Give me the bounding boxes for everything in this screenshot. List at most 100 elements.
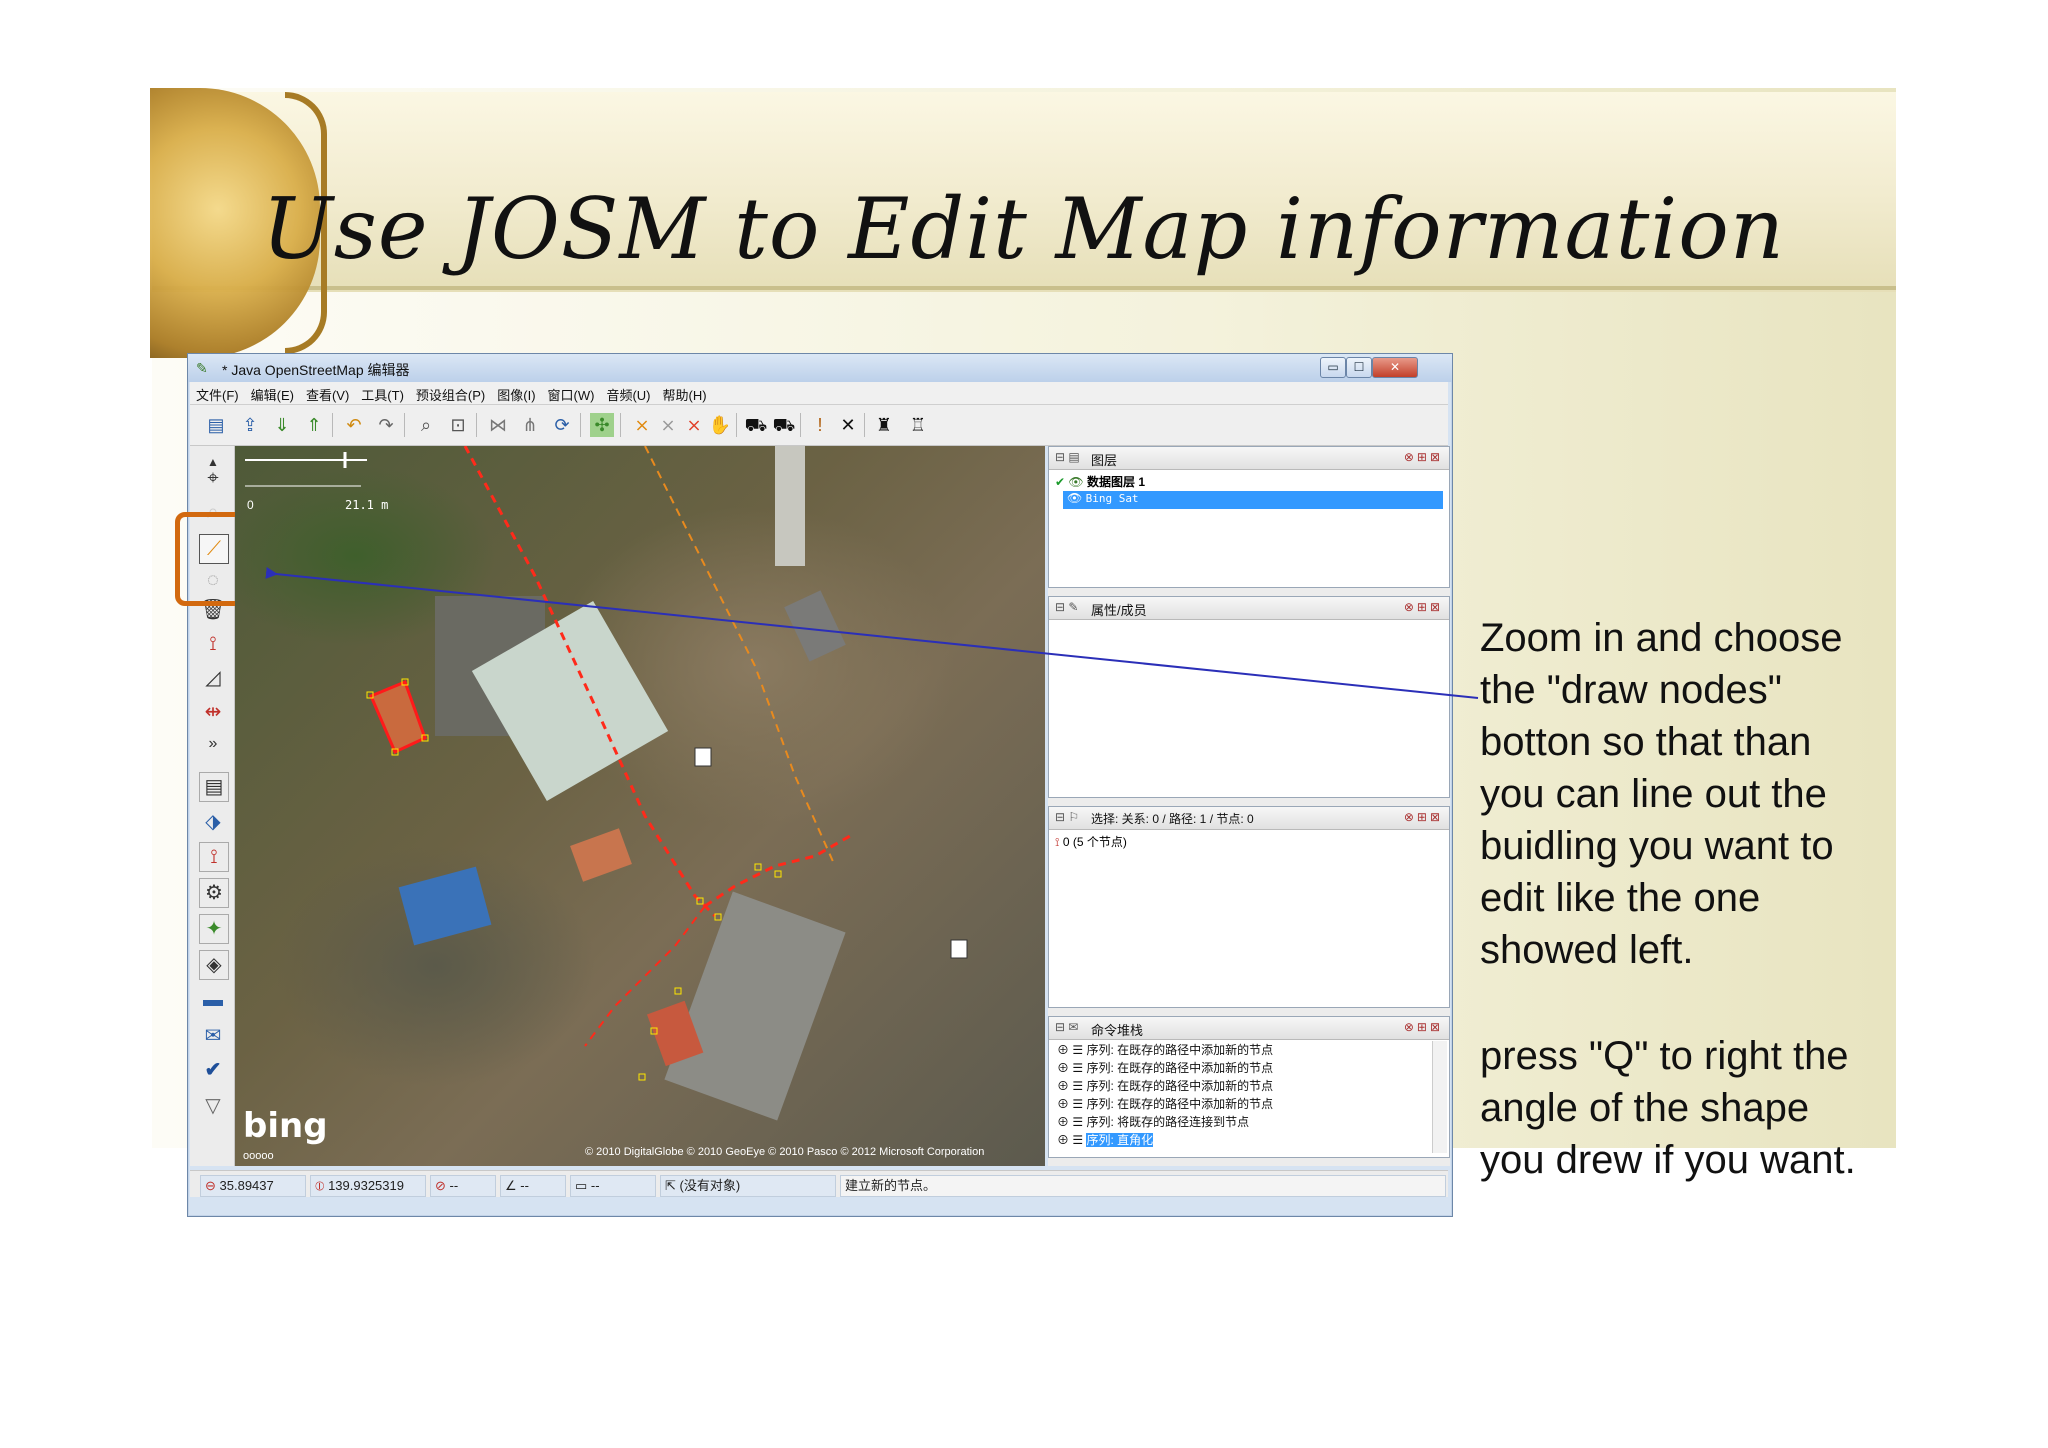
note-line: press "Q" to right the xyxy=(1480,1034,1849,1078)
status-angle: ∠ -- xyxy=(500,1175,566,1197)
window-title: * Java OpenStreetMap 编辑器 xyxy=(222,362,410,378)
expand-icon[interactable]: ⊕ ☰ xyxy=(1057,1061,1086,1075)
collapse-icon[interactable]: ⊟ ✎ xyxy=(1055,600,1078,614)
more-tools-icon[interactable]: » xyxy=(199,730,227,758)
layer-row-data[interactable]: ✔ 👁 数据图层 1 xyxy=(1049,473,1447,491)
history-icon[interactable]: ✉ xyxy=(199,1022,227,1050)
node-marker[interactable] xyxy=(774,870,782,878)
selection-panel-header[interactable]: ⊟ ⚐ 选择: 关系: 0 / 路径: 1 / 节点: 0 ⊗⊞⊠ xyxy=(1049,807,1449,830)
properties-panel-header[interactable]: ⊟ ✎ 属性/成员 ⊗⊞⊠ xyxy=(1049,597,1449,620)
node-marker[interactable] xyxy=(638,1073,646,1081)
menu-help[interactable]: 帮助(H) xyxy=(657,382,713,404)
note-line: buidling you want to xyxy=(1480,824,1834,868)
toolbar-separator xyxy=(864,413,865,437)
node-marker[interactable] xyxy=(674,987,682,995)
command-item-selected[interactable]: ⊕ ☰ 序列: 直角化 xyxy=(1049,1131,1429,1149)
command-item[interactable]: ⊕ ☰ 序列: 在既存的路径中添加新的节点 xyxy=(1049,1077,1429,1095)
orthogonalize-icon[interactable]: ⨯ xyxy=(682,413,706,437)
reverse-way-icon[interactable]: ⟳ xyxy=(550,413,574,437)
select-icon[interactable]: ⌖ xyxy=(199,464,227,492)
imagery-copyright: © 2010 DigitalGlobe © 2010 GeoEye © 2010… xyxy=(585,1146,985,1158)
open-file-icon[interactable]: ▤ xyxy=(204,413,228,437)
expand-icon[interactable]: ⊕ ☰ xyxy=(1057,1079,1086,1093)
download-icon[interactable]: ⇓ xyxy=(270,413,294,437)
menu-tools[interactable]: 工具(T) xyxy=(355,382,410,404)
command-item[interactable]: ⊕ ☰ 序列: 将既存的路径连接到节点 xyxy=(1049,1113,1429,1131)
menu-edit[interactable]: 编辑(E) xyxy=(245,382,300,404)
drawn-building-shape[interactable] xyxy=(369,680,427,755)
factory-icon[interactable]: ♖ xyxy=(906,413,930,437)
validate-icon[interactable]: ✔ xyxy=(199,1056,227,1084)
status-selection: ⇱ (没有对象) xyxy=(660,1175,836,1197)
expand-icon[interactable]: ⊕ ☰ xyxy=(1057,1133,1086,1147)
expand-icon[interactable]: ⊕ ☰ xyxy=(1057,1043,1086,1057)
command-item[interactable]: ⊕ ☰ 序列: 在既存的路径中添加新的节点 xyxy=(1049,1059,1429,1077)
menu-presets[interactable]: 预设组合(P) xyxy=(410,382,491,404)
menu-file[interactable]: 文件(F) xyxy=(190,382,245,404)
conflict-icon[interactable]: ◈ xyxy=(199,950,229,980)
tag-icon[interactable]: ⬗ xyxy=(199,808,227,836)
layers-panel-header[interactable]: ⊟ ▤ 图层 ⊗⊞⊠ xyxy=(1049,447,1449,470)
open-location-icon[interactable]: ⇪ xyxy=(238,413,262,437)
menu-imagery[interactable]: 图像(I) xyxy=(491,382,541,404)
selection-list-icon[interactable]: ⟟ xyxy=(199,842,229,872)
command-item[interactable]: ⊕ ☰ 序列: 在既存的路径中添加新的节点 xyxy=(1049,1041,1429,1059)
eye-icon: 👁 xyxy=(1068,475,1084,489)
expand-icon[interactable]: ⊕ ☰ xyxy=(1057,1097,1086,1111)
align-line-icon[interactable]: ⨯ xyxy=(656,413,680,437)
note-icon[interactable] xyxy=(694,747,712,767)
redo-icon[interactable]: ↷ xyxy=(374,413,398,437)
menu-view[interactable]: 查看(V) xyxy=(300,382,355,404)
align-circle-icon[interactable]: ⨯ xyxy=(630,413,654,437)
angle-icon: ∠ xyxy=(505,1178,521,1193)
combine-way-icon[interactable]: ⋔ xyxy=(518,413,542,437)
preferences-icon[interactable]: ⌕ xyxy=(414,413,438,437)
window-titlebar[interactable]: ✎ * Java OpenStreetMap 编辑器 ▭ ☐ ✕ xyxy=(188,354,1452,382)
author-icon[interactable]: ✦ xyxy=(199,914,229,944)
panel-controls-icon[interactable]: ⊗⊞⊠ xyxy=(1404,810,1443,824)
note-icon[interactable] xyxy=(950,939,968,959)
collapse-icon[interactable]: ⊟ ⚐ xyxy=(1055,810,1079,824)
panel-controls-icon[interactable]: ⊗⊞⊠ xyxy=(1404,450,1443,464)
upload-icon[interactable]: ⇑ xyxy=(302,413,326,437)
simplify-icon[interactable]: ✣ xyxy=(590,413,614,437)
command-stack-panel-header[interactable]: ⊟ ✉ 命令堆栈 ⊗⊞⊠ xyxy=(1049,1017,1449,1040)
panel-controls-icon[interactable]: ⊗⊞⊠ xyxy=(1404,600,1443,614)
bus-icon[interactable]: ⛟ xyxy=(772,413,796,437)
panel-controls-icon[interactable]: ⊗⊞⊠ xyxy=(1404,1020,1443,1034)
trucks xyxy=(784,590,846,662)
warning-icon[interactable]: ! xyxy=(808,413,832,437)
split-way-icon[interactable]: ⋈ xyxy=(486,413,510,437)
expand-icon[interactable]: ⊕ ☰ xyxy=(1057,1115,1086,1129)
extrude-icon[interactable]: ⇹ xyxy=(199,698,227,726)
close-button[interactable]: ✕ xyxy=(1372,357,1418,378)
relation-icon[interactable]: ⚙ xyxy=(199,878,229,908)
improve-way-icon[interactable]: ⟟ xyxy=(199,630,227,658)
map-view[interactable]: 0 21.1 m bing ooooo © 2010 DigitalGlobe … xyxy=(235,446,1045,1166)
cross-icon[interactable]: ✕ xyxy=(836,413,860,437)
selection-item[interactable]: ⟟ 0 (5 个节点) xyxy=(1055,833,1127,850)
filter-icon[interactable]: ▬ xyxy=(199,986,227,1014)
node-marker[interactable] xyxy=(754,863,762,871)
building-icon[interactable]: ♜ xyxy=(872,413,896,437)
hand-icon[interactable]: ✋ xyxy=(708,413,732,437)
minimize-button[interactable]: ▭ xyxy=(1320,357,1346,378)
menu-audio[interactable]: 音频(U) xyxy=(600,382,656,404)
audio-icon[interactable]: ▽ xyxy=(199,1092,227,1120)
menu-windows[interactable]: 窗口(W) xyxy=(542,382,601,404)
layer-name-bing: Bing Sat xyxy=(1085,492,1139,505)
visible-check-icon[interactable]: ✔ xyxy=(1055,475,1065,489)
parallel-icon[interactable]: ◿ xyxy=(199,664,227,692)
command-stack-panel: ⊟ ✉ 命令堆栈 ⊗⊞⊠ ⊕ ☰ 序列: 在既存的路径中添加新的节点 ⊕ ☰ 序… xyxy=(1048,1016,1450,1158)
command-item[interactable]: ⊕ ☰ 序列: 在既存的路径中添加新的节点 xyxy=(1049,1095,1429,1113)
car-icon[interactable]: ⛟ xyxy=(744,413,768,437)
properties-panel: ⊟ ✎ 属性/成员 ⊗⊞⊠ xyxy=(1048,596,1450,798)
collapse-icon[interactable]: ⊟ ▤ xyxy=(1055,450,1080,464)
maximize-button[interactable]: ☐ xyxy=(1346,357,1372,378)
toggle-layers-icon[interactable]: ▤ xyxy=(199,772,229,802)
collapse-icon[interactable]: ⊟ ✉ xyxy=(1055,1020,1078,1034)
zoom-icon[interactable]: ⊡ xyxy=(446,413,470,437)
layer-row-bing[interactable]: 👁 Bing Sat xyxy=(1063,491,1443,509)
undo-icon[interactable]: ↶ xyxy=(342,413,366,437)
command-scrollbar[interactable] xyxy=(1432,1041,1447,1153)
